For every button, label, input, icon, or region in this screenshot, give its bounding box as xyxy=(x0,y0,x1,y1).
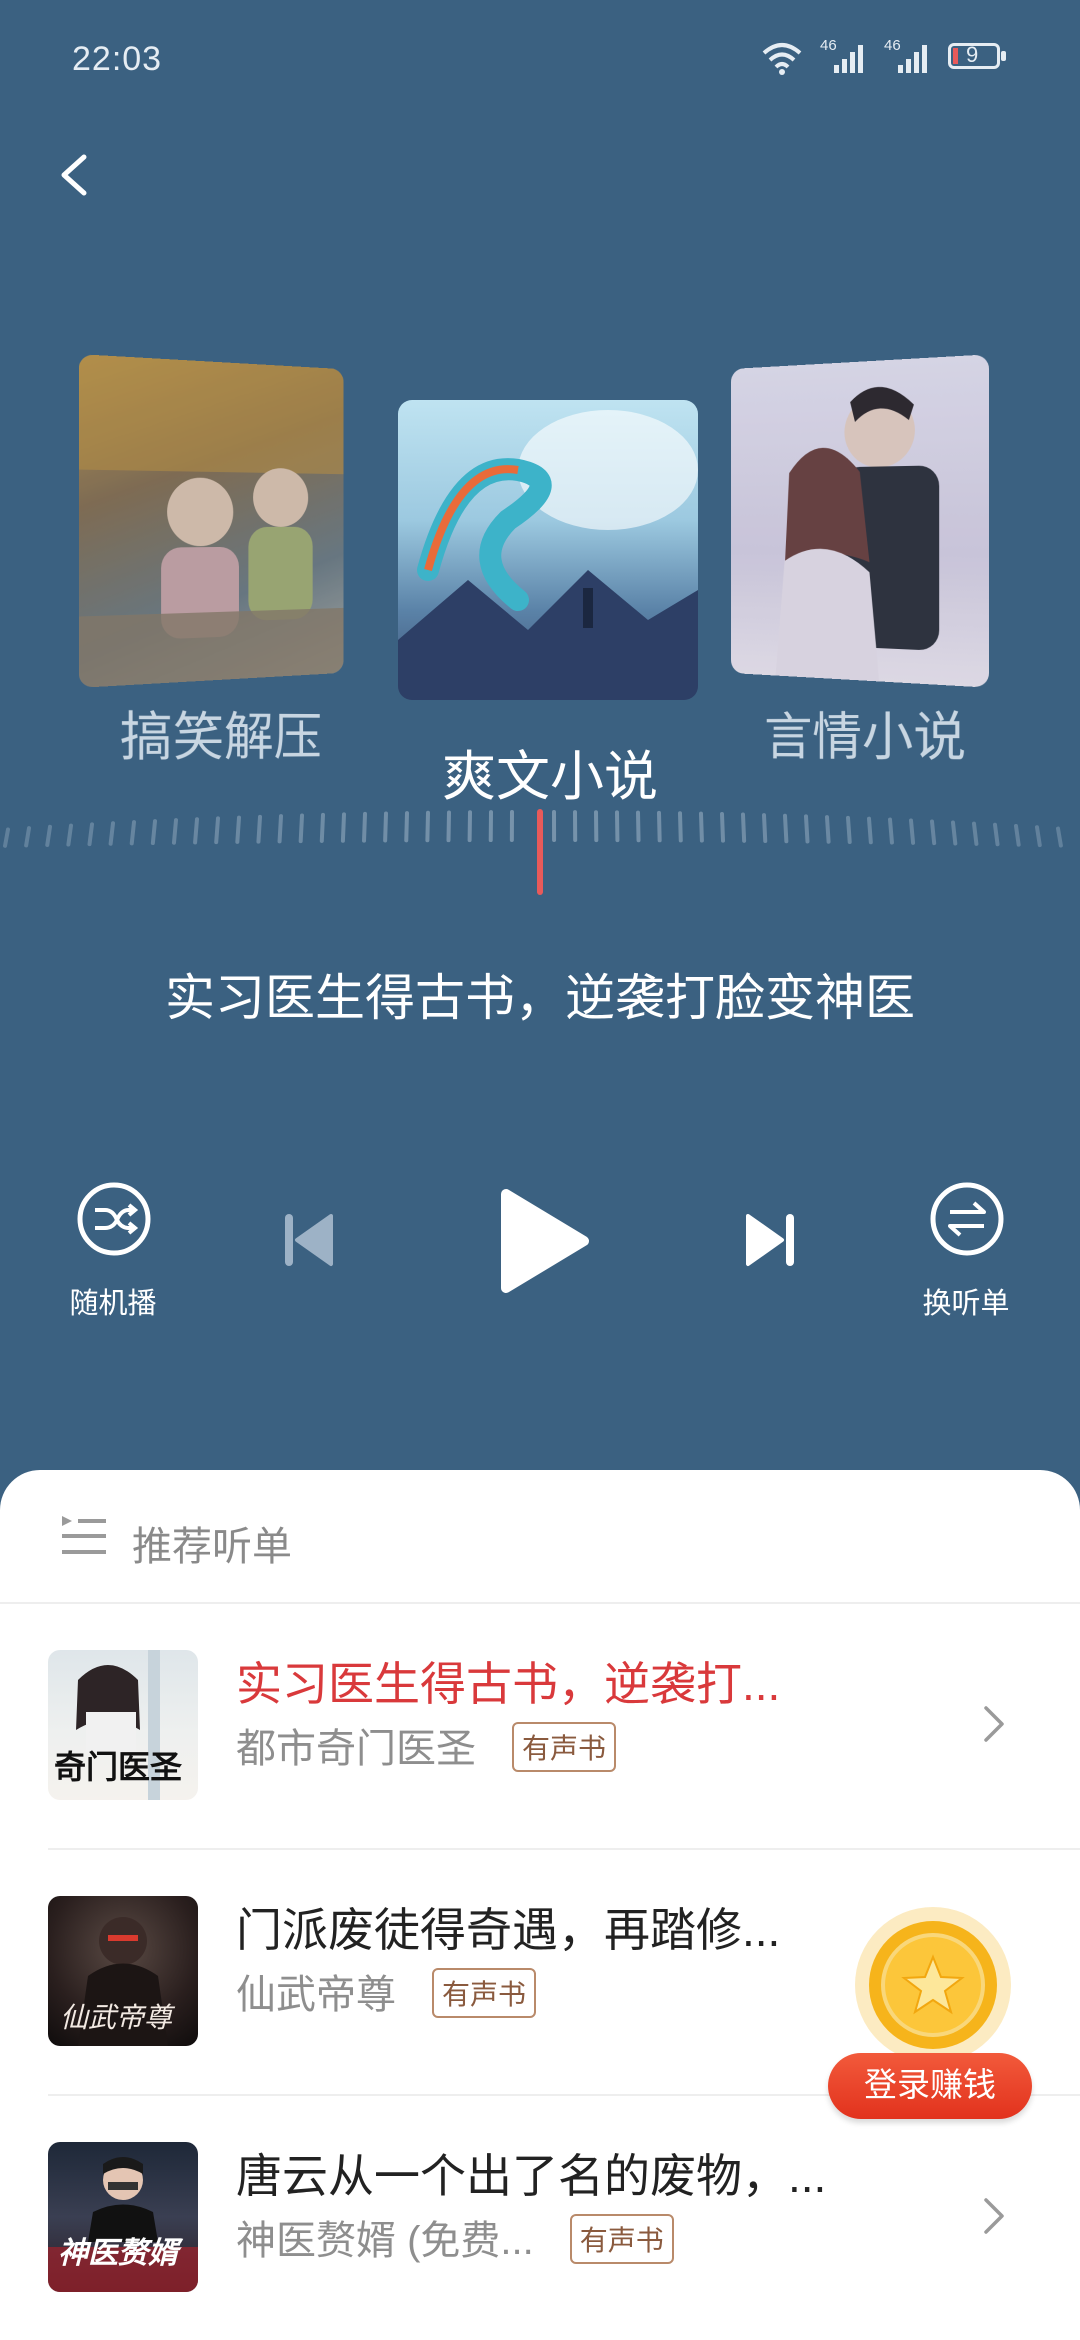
book-cover: 仙武帝尊 xyxy=(48,1896,198,2046)
playlist-header-title: 推荐听单 xyxy=(132,1525,292,1569)
dial-tick xyxy=(993,822,1000,847)
next-button[interactable] xyxy=(746,1212,796,1273)
dial-tick xyxy=(3,827,10,848)
now-playing-title: 实习医生得古书，逆袭打脸变神医 xyxy=(165,970,915,1026)
dial-tick xyxy=(404,811,409,843)
book-cover: 神医赘婿 xyxy=(48,2142,198,2292)
book-name: 神医赘婿 (免费... xyxy=(236,2219,534,2263)
dial-tick xyxy=(867,816,873,845)
status-icons: 46 46 9 xyxy=(762,37,1010,78)
dial-tick xyxy=(383,811,388,843)
dial-tick xyxy=(256,814,262,844)
dial-tick xyxy=(804,814,810,844)
playlist-item-title: 唐云从一个出了名的废物，... xyxy=(236,2150,827,2202)
dial-tick xyxy=(150,819,157,846)
audiobook-tag: 有声书 xyxy=(432,1968,537,2019)
play-icon xyxy=(501,1189,589,1293)
chevron-right-icon xyxy=(984,2198,1004,2234)
dial-tick xyxy=(825,815,831,844)
audiobook-tag: 有声书 xyxy=(512,1722,617,1773)
dial-tick xyxy=(66,823,73,847)
dial-tick xyxy=(1035,825,1042,848)
category-cover-left[interactable] xyxy=(78,354,344,688)
book-cover: 奇门医圣 xyxy=(48,1650,198,1800)
dial-tick xyxy=(298,813,304,844)
chevron-right-icon xyxy=(984,1706,1004,1742)
gold-coin-icon xyxy=(855,1907,1011,2063)
dial-tick xyxy=(657,810,662,843)
dial-tick xyxy=(972,821,979,846)
dial-tick xyxy=(888,817,894,845)
dial-tick xyxy=(193,817,199,845)
dial-tick xyxy=(909,818,916,845)
battery-icon: 9 xyxy=(948,42,1010,73)
category-carousel[interactable]: 搞笑解压 爽文小说 言情小说 xyxy=(0,350,1080,810)
playlist-header: 推荐听单 xyxy=(0,1470,1080,1604)
playlist-item-subtitle: 仙武帝尊 有声书 xyxy=(236,1962,537,2022)
signal-icon-2: 46 xyxy=(884,37,930,75)
playlist-icon xyxy=(62,1516,106,1554)
dial-tick xyxy=(762,813,768,844)
playlist-item-subtitle: 都市奇门医圣 有声书 xyxy=(236,1716,617,1776)
dial-tick xyxy=(129,820,136,846)
playlist-item-title: 实习医生得古书，逆袭打... xyxy=(236,1658,781,1710)
dial-tick xyxy=(1056,826,1063,848)
dial-tick xyxy=(636,810,641,843)
dial-tick xyxy=(425,810,430,843)
dial-tick xyxy=(1014,823,1021,847)
dial-tick xyxy=(340,812,346,843)
dial-tick xyxy=(446,810,451,843)
dial-tick xyxy=(108,821,115,846)
skip-next-icon xyxy=(746,1214,794,1266)
chevron-left-icon xyxy=(61,154,87,196)
dial-tick xyxy=(214,816,220,845)
dial-tick xyxy=(45,824,52,847)
login-earn-button[interactable]: 登录赚钱 xyxy=(828,2053,1032,2119)
category-cover-center[interactable] xyxy=(398,400,698,700)
dial-tick xyxy=(951,820,958,846)
dial-tick xyxy=(24,826,31,848)
dial-tick xyxy=(699,811,704,843)
book-name: 仙武帝尊 xyxy=(236,1973,396,2017)
playlist-item-subtitle: 神医赘婿 (免费... 有声书 xyxy=(236,2208,674,2268)
book-name: 都市奇门医圣 xyxy=(236,1727,476,1771)
play-button[interactable] xyxy=(498,1186,590,1301)
playlist-item[interactable]: 奇门医圣 实习医生得古书，逆袭打... 都市奇门医圣 有声书 xyxy=(48,1602,1080,1848)
login-earn-widget[interactable]: 登录赚钱 xyxy=(828,1905,1038,2135)
dial-tick xyxy=(678,811,683,843)
dial-tick xyxy=(930,819,937,846)
previous-button[interactable] xyxy=(283,1212,333,1273)
dial-tick xyxy=(741,812,747,843)
signal-icon-1: 46 xyxy=(820,37,866,75)
shuffle-icon xyxy=(77,1182,151,1256)
back-button[interactable] xyxy=(50,145,110,205)
wifi-icon xyxy=(762,43,802,75)
dial-tick xyxy=(171,818,178,845)
shuffle-label: 随机播 xyxy=(69,1288,157,1320)
status-bar: 22:03 46 46 9 xyxy=(0,0,1080,120)
switch-playlist-label: 换听单 xyxy=(922,1288,1010,1320)
swap-icon xyxy=(930,1182,1004,1256)
dial-tick xyxy=(846,815,852,844)
category-label-left[interactable]: 搞笑解压 xyxy=(120,694,322,771)
playlist-item-title: 门派废徒得奇遇，再踏修... xyxy=(236,1904,781,1956)
dial-tick xyxy=(720,812,726,843)
dial-tick xyxy=(277,814,283,844)
dial-tick xyxy=(319,812,325,843)
status-time: 22:03 xyxy=(72,40,163,78)
dial-tick xyxy=(87,822,94,847)
dial-tick xyxy=(235,815,241,844)
audiobook-tag: 有声书 xyxy=(569,2214,674,2265)
dial-tick xyxy=(783,813,789,844)
category-dial[interactable] xyxy=(0,800,1080,900)
category-label-right[interactable]: 言情小说 xyxy=(764,694,966,771)
skip-previous-icon xyxy=(285,1214,333,1266)
category-cover-right[interactable] xyxy=(730,354,990,688)
dial-tick xyxy=(362,811,367,843)
